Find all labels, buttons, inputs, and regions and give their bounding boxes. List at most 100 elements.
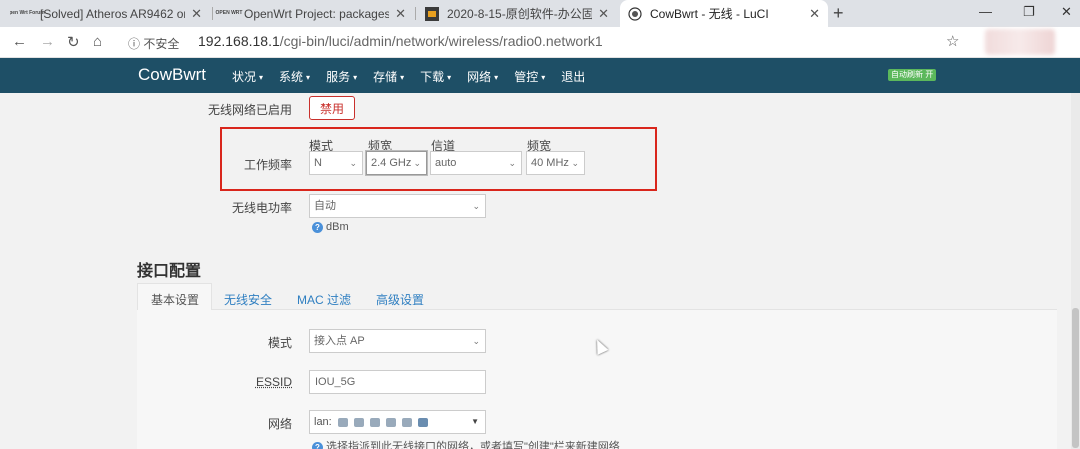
menu-storage[interactable]: 存储 ▾ [373,68,404,85]
essid-value: IOU_5G [315,376,356,388]
openwrt-forum-icon: Open Wrt Forum [10,10,45,16]
network-select[interactable]: lan: ▼ [309,410,486,434]
help-icon: ? [312,221,323,233]
tab-divider [212,7,213,20]
menu-status[interactable]: 状况 ▾ [232,68,263,85]
width-select[interactable]: 40 MHz ⌄ [526,151,585,175]
menu-label: 下载 [420,70,445,84]
close-icon[interactable]: ✕ [598,6,609,22]
menu-label: 退出 [561,70,586,84]
wireless-enabled-label: 无线网络已启用 [207,103,292,117]
tab-title: [Solved] Atheros AR9462 on [40,6,186,21]
menu-network[interactable]: 网络 ▾ [467,68,498,85]
bookmark-star-icon[interactable]: ☆ [946,32,959,50]
wireless-icon [418,417,429,427]
mode-select[interactable]: N ⌄ [309,151,363,175]
caret-down-icon: ▾ [541,73,546,83]
iface-mode-value: 接入点 AP [314,335,365,347]
disable-button[interactable]: 禁用 [309,96,355,120]
tab-basic-settings[interactable]: 基本设置 [151,291,199,308]
network-hint: ? 选择指派到此无线接口的网络，或者填写"创建"栏来新建网络 [312,438,620,449]
url-input[interactable]: 192.168.18.1/cgi-bin/luci/admin/network/… [198,33,603,49]
caret-down-icon: ▾ [353,73,358,83]
browser-tab-3[interactable]: 2020-8-15-原创软件-办公固件- ✕ [417,0,617,27]
page-content: 无线网络已启用 禁用 模式 频宽 信道 频宽 工作频率 N ⌄ 2.4 GHz ⌄ … [0,93,1080,449]
essid-input[interactable]: IOU_5G [309,370,486,394]
security-indicator[interactable]: ⓘ 不安全 [128,35,179,52]
openwrt-icon: OPEN WRT [215,10,243,16]
tab-wireless-security[interactable]: 无线安全 [224,291,272,308]
width-value: 40 MHz [531,157,569,169]
mode-value: N [314,157,322,169]
iface-mode-select[interactable]: 接入点 AP ⌄ [309,329,486,353]
profile-avatar[interactable] [985,29,1055,55]
tab-divider [415,7,416,20]
url-host: 192.168.18.1 [198,33,280,49]
info-circle-icon: ⓘ [128,37,141,51]
network-value: lan: [314,416,332,428]
close-icon[interactable]: ✕ [809,6,820,22]
tab-mac-filter[interactable]: MAC 过滤 [297,291,351,308]
document-icon [425,6,439,21]
band-value: 2.4 GHz [371,157,412,169]
tab-advanced-settings[interactable]: 高级设置 [376,291,424,308]
channel-select[interactable]: auto ⌄ [430,151,522,175]
menu-label: 系统 [279,70,304,84]
browser-tab-2[interactable]: OPEN WRT OpenWrt Project: packages:in ✕ [214,0,414,27]
network-label: 网络 [267,417,292,431]
menu-system[interactable]: 系统 ▾ [279,68,310,85]
chevron-down-icon: ⌄ [413,158,421,168]
security-label: 不安全 [143,37,180,51]
tab-title: OpenWrt Project: packages:in [244,6,390,21]
ethernet-port-icon [402,417,413,427]
menu-label: 状况 [232,70,257,84]
txpower-label: 无线电功率 [231,201,292,215]
txpower-hint: ? dBm [312,221,349,233]
main-menu: 状况 ▾ 系统 ▾ 服务 ▾ 存储 ▾ 下载 ▾ 网络 ▾ 管控 ▾ 退出 [232,68,601,85]
chevron-down-icon: ⌄ [571,158,579,168]
browser-tab-1[interactable]: Open Wrt Forum [Solved] Atheros AR9462 o… [10,0,210,27]
window-close-icon[interactable]: ✕ [1061,4,1072,20]
band-select[interactable]: 2.4 GHz ⌄ [366,151,427,175]
dropdown-arrow-icon: ▼ [471,417,479,426]
help-icon: ? [312,441,323,449]
txpower-value: 自动 [314,200,336,212]
menu-logout[interactable]: 退出 [561,68,585,85]
caret-down-icon: ▾ [400,73,405,83]
ethernet-port-icon [353,417,364,427]
tab-title: CowBwrt - 无线 - LuCI [650,7,769,21]
menu-label: 管控 [514,70,539,84]
browser-tab-4-active[interactable]: CowBwrt - 无线 - LuCI ✕ [620,0,828,27]
chevron-down-icon: ⌄ [472,336,480,346]
ethernet-port-icon [337,417,348,427]
chevron-down-icon: ⌄ [472,201,480,211]
restore-icon[interactable]: ❐ [1023,4,1035,20]
channel-value: auto [435,157,457,169]
back-icon[interactable]: ← [12,33,27,50]
close-icon[interactable]: ✕ [395,6,406,22]
minimize-icon[interactable]: — [979,4,992,19]
menu-label: 网络 [467,70,492,84]
tab-title: 2020-8-15-原创软件-办公固件- [447,7,593,21]
luci-nav-bar: CowBwrt 状况 ▾ 系统 ▾ 服务 ▾ 存储 ▾ 下载 ▾ 网络 ▾ 管控 ▾ 退出 自… [0,58,1080,93]
chevron-down-icon: ⌄ [508,158,516,168]
brand-logo[interactable]: CowBwrt [138,65,206,85]
menu-label: 存储 [373,70,398,84]
forward-icon[interactable]: → [40,33,55,50]
new-tab-button[interactable]: + [833,3,844,24]
close-icon[interactable]: ✕ [191,6,202,22]
menu-control[interactable]: 管控 ▾ [514,68,545,85]
menu-label: 服务 [326,70,351,84]
menu-services[interactable]: 服务 ▾ [326,68,357,85]
section-title-interface: 接口配置 [137,263,202,280]
chevron-down-icon: ⌄ [349,158,357,168]
txpower-select[interactable]: 自动 ⌄ [309,194,486,218]
scrollbar-thumb[interactable] [1072,308,1079,448]
reload-icon[interactable]: ↻ [67,33,80,51]
home-icon[interactable]: ⌂ [93,33,102,50]
auto-refresh-badge[interactable]: 自动刷新 开 [888,69,937,81]
cow-logo-icon [628,6,642,21]
caret-down-icon: ▾ [259,73,264,83]
caret-down-icon: ▾ [306,73,311,83]
menu-download[interactable]: 下载 ▾ [420,68,451,85]
